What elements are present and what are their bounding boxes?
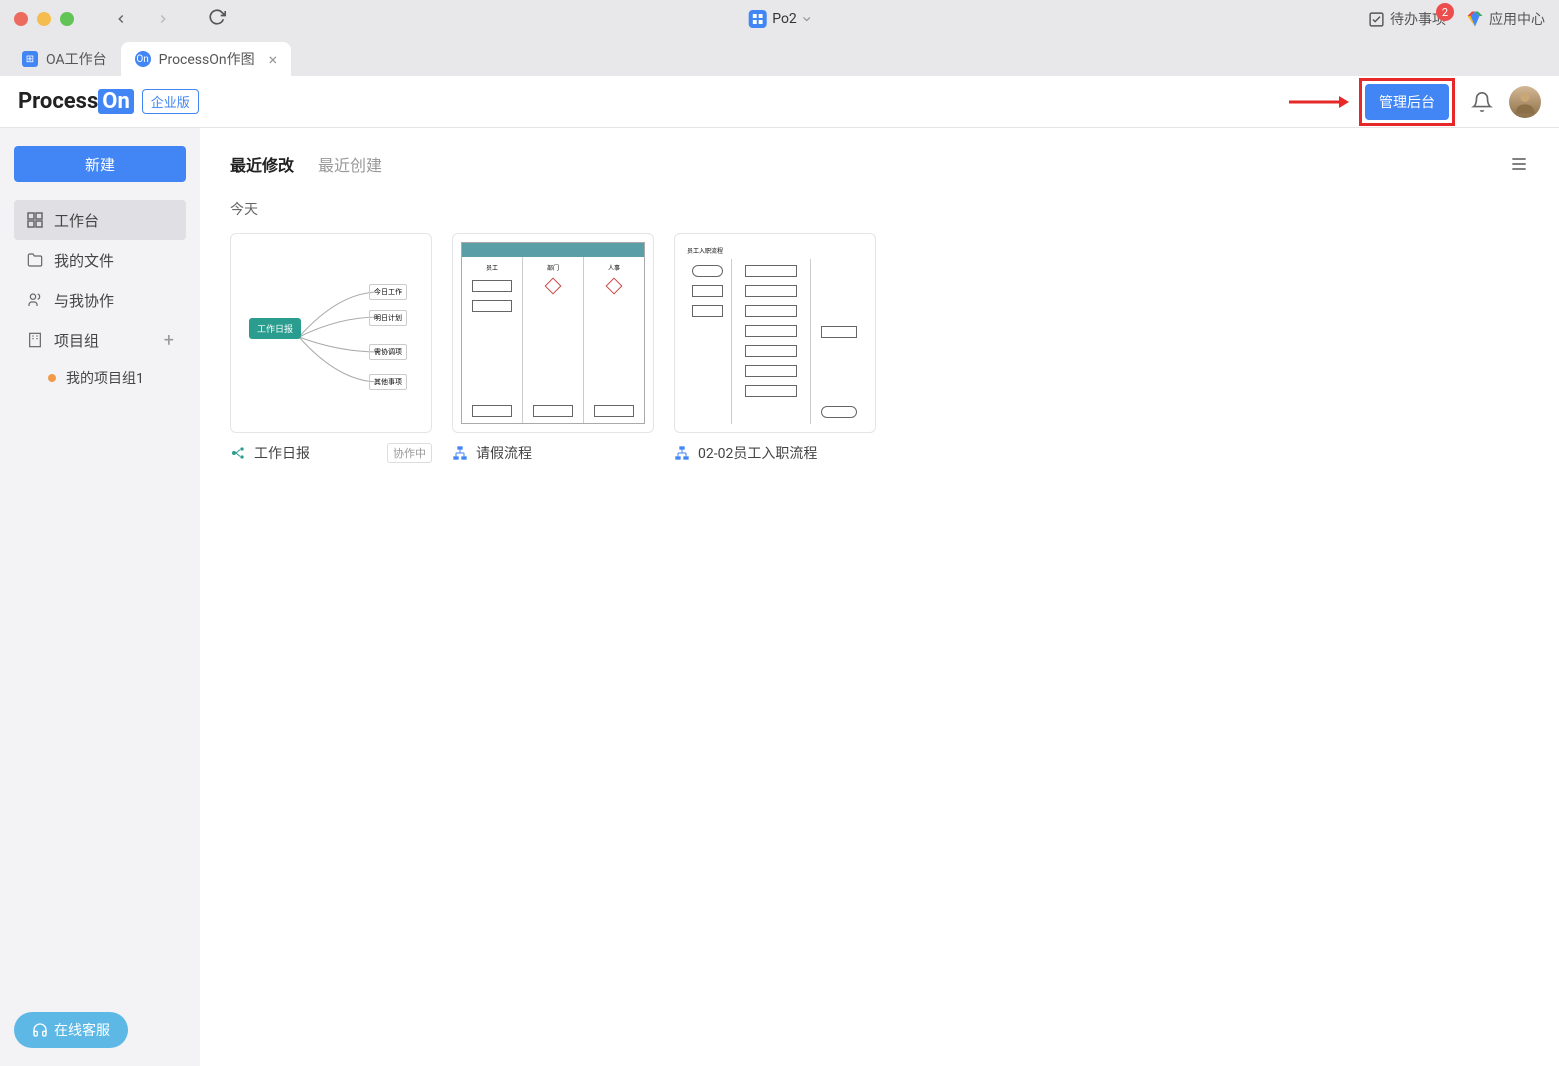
headset-icon bbox=[32, 1022, 48, 1038]
app-center-label: 应用中心 bbox=[1489, 9, 1545, 29]
tab-label: ProcessOn作图 bbox=[159, 49, 255, 69]
refresh-button[interactable] bbox=[208, 8, 226, 30]
traffic-lights bbox=[14, 12, 74, 26]
card-title: 工作日报 bbox=[254, 443, 310, 463]
nav-label: 与我协作 bbox=[54, 290, 114, 311]
tab-processon[interactable]: On ProcessOn作图 × bbox=[121, 42, 292, 76]
tab-recent-created[interactable]: 最近创建 bbox=[318, 152, 382, 180]
highlight-annotation: 管理后台 bbox=[1359, 78, 1455, 126]
nav-arrows bbox=[110, 8, 174, 30]
list-icon bbox=[1509, 154, 1529, 174]
app-icon bbox=[748, 10, 766, 28]
main-area: 新建 工作台 我的文件 与我协作 项目组 + 我的项目组1 bbox=[0, 128, 1559, 1066]
arrow-annotation bbox=[1289, 92, 1349, 112]
nav-projects[interactable]: 项目组 + bbox=[14, 320, 186, 360]
nav-label: 我的文件 bbox=[54, 250, 114, 271]
card-preview: 工作日报 今日工作 明日计划 需协调项 其他事项 bbox=[230, 233, 432, 433]
todo-button[interactable]: 待办事项 2 bbox=[1368, 9, 1446, 29]
logo[interactable]: ProcessOn bbox=[18, 89, 134, 114]
nav-myfiles[interactable]: 我的文件 bbox=[14, 240, 186, 280]
add-project-button[interactable]: + bbox=[164, 330, 174, 351]
tab-recent-modified[interactable]: 最近修改 bbox=[230, 152, 294, 180]
section-label: 今天 bbox=[230, 199, 1529, 219]
collab-badge: 协作中 bbox=[387, 443, 432, 463]
file-card[interactable]: 员工 部门 人事 请假流程 bbox=[452, 233, 654, 463]
tab-bar: ⊞ OA工作台 On ProcessOn作图 × bbox=[0, 38, 1559, 76]
project-dot-icon bbox=[48, 374, 56, 382]
building-icon bbox=[26, 331, 44, 349]
nav-label: 项目组 bbox=[54, 330, 99, 351]
nav-label: 工作台 bbox=[54, 210, 99, 231]
card-grid: 工作日报 今日工作 明日计划 需协调项 其他事项 工作日报 协作中 bbox=[230, 233, 1529, 463]
folder-icon bbox=[26, 251, 44, 269]
card-title: 02-02员工入职流程 bbox=[698, 443, 817, 463]
sidebar: 新建 工作台 我的文件 与我协作 项目组 + 我的项目组1 bbox=[0, 128, 200, 1066]
card-preview: 员工入职流程 bbox=[674, 233, 876, 433]
window-titlebar: Po2 待办事项 2 应用中心 bbox=[0, 0, 1559, 38]
app-header: ProcessOn 企业版 管理后台 bbox=[0, 76, 1559, 128]
new-button[interactable]: 新建 bbox=[14, 146, 186, 182]
user-avatar[interactable] bbox=[1509, 86, 1541, 118]
close-icon[interactable]: × bbox=[269, 50, 278, 69]
app-center-button[interactable]: 应用中心 bbox=[1466, 9, 1545, 29]
nav-list: 工作台 我的文件 与我协作 项目组 + 我的项目组1 bbox=[14, 200, 186, 396]
support-label: 在线客服 bbox=[54, 1020, 110, 1040]
tab-icon: On bbox=[135, 51, 151, 67]
todo-badge: 2 bbox=[1436, 3, 1454, 21]
tab-oa[interactable]: ⊞ OA工作台 bbox=[8, 42, 121, 76]
view-toggle-button[interactable] bbox=[1509, 154, 1529, 178]
flowchart-icon bbox=[674, 445, 690, 461]
content-area: 最近修改 最近创建 今天 工作日报 bbox=[200, 128, 1559, 1066]
nav-workspace[interactable]: 工作台 bbox=[14, 200, 186, 240]
file-card[interactable]: 员工入职流程 02-02员工入职流程 bbox=[674, 233, 876, 463]
logo-part1: Process bbox=[18, 89, 98, 114]
people-icon bbox=[26, 291, 44, 309]
card-title: 请假流程 bbox=[476, 443, 532, 463]
dropdown-icon[interactable] bbox=[803, 15, 811, 23]
title-text: Po2 bbox=[772, 11, 797, 27]
content-tabs: 最近修改 最近创建 bbox=[230, 152, 1529, 181]
enterprise-badge: 企业版 bbox=[142, 89, 199, 114]
tab-label: OA工作台 bbox=[46, 49, 107, 69]
mindmap-icon bbox=[230, 445, 246, 461]
forward-button[interactable] bbox=[152, 8, 174, 30]
bell-icon bbox=[1471, 91, 1493, 113]
diamond-icon bbox=[1466, 10, 1484, 28]
minimize-window[interactable] bbox=[37, 12, 51, 26]
dashboard-icon bbox=[26, 211, 44, 229]
maximize-window[interactable] bbox=[60, 12, 74, 26]
window-title: Po2 bbox=[748, 10, 811, 28]
close-window[interactable] bbox=[14, 12, 28, 26]
admin-button[interactable]: 管理后台 bbox=[1365, 84, 1449, 120]
nav-shared[interactable]: 与我协作 bbox=[14, 280, 186, 320]
project-label: 我的项目组1 bbox=[66, 368, 144, 388]
project-item[interactable]: 我的项目组1 bbox=[14, 360, 186, 396]
checklist-icon bbox=[1368, 11, 1385, 28]
support-button[interactable]: 在线客服 bbox=[14, 1012, 128, 1048]
notification-button[interactable] bbox=[1471, 91, 1493, 113]
flowchart-icon bbox=[452, 445, 468, 461]
back-button[interactable] bbox=[110, 8, 132, 30]
file-card[interactable]: 工作日报 今日工作 明日计划 需协调项 其他事项 工作日报 协作中 bbox=[230, 233, 432, 463]
logo-part2: On bbox=[98, 89, 134, 114]
card-preview: 员工 部门 人事 bbox=[452, 233, 654, 433]
tab-icon: ⊞ bbox=[22, 51, 38, 67]
